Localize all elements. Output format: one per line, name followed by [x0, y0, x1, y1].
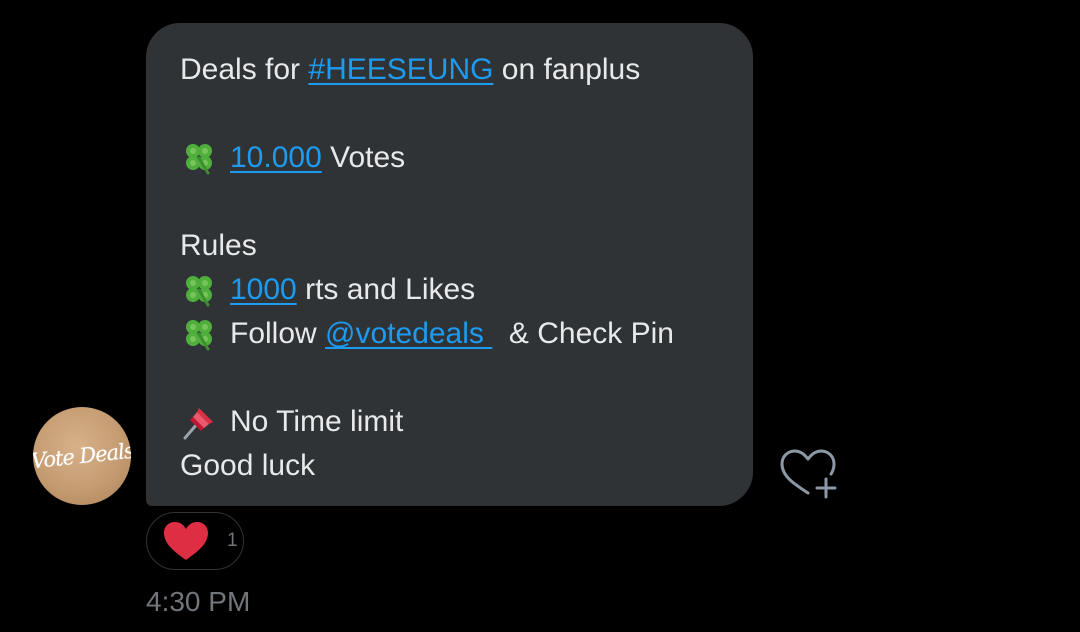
votes-text: Votes	[321, 141, 406, 174]
message-line-votes: 10.000 Votes	[180, 136, 719, 180]
dm-conversation: Vote Deals Deals for #HEESEUNG on fanplu…	[0, 0, 1080, 632]
rt-count-link[interactable]: 1000	[230, 268, 297, 312]
rt-text: rts and Likes	[296, 273, 476, 306]
closing-line: Good luck	[180, 444, 719, 488]
pin-line: No Time limit	[180, 400, 719, 444]
avatar-logo-text: Vote Deals	[33, 438, 131, 474]
title-prefix: Deals for	[180, 53, 309, 86]
title-suffix: on fanplus	[493, 53, 641, 86]
reaction-count: 1	[227, 530, 238, 551]
reaction-pill[interactable]: 1	[146, 512, 244, 570]
four-leaf-clover-icon	[180, 139, 218, 177]
follow-prefix: Follow	[230, 317, 326, 350]
add-reaction-button[interactable]	[778, 447, 844, 503]
rules-heading-text: Rules	[180, 229, 257, 262]
sender-avatar[interactable]: Vote Deals	[33, 407, 131, 505]
follow-suffix: & Check Pin	[492, 317, 674, 350]
votes-count-link[interactable]: 10.000	[230, 136, 322, 180]
closing-text: Good luck	[180, 449, 316, 482]
mention-link[interactable]: @votedeals	[325, 312, 492, 356]
pin-text: No Time limit	[230, 405, 404, 438]
rule-retweets: 1000 rts and Likes	[180, 268, 719, 312]
message-line-title: Deals for #HEESEUNG on fanplus	[180, 48, 719, 92]
rules-heading: Rules	[180, 224, 719, 268]
pushpin-icon	[180, 403, 218, 441]
message-timestamp: 4:30 PM	[146, 586, 251, 617]
heart-plus-icon	[780, 449, 837, 499]
four-leaf-clover-icon	[180, 271, 218, 309]
message-bubble[interactable]: Deals for #HEESEUNG on fanplus 10.000 Vo…	[146, 23, 753, 506]
four-leaf-clover-icon	[180, 315, 218, 353]
rule-follow: Follow @votedeals & Check Pin	[180, 312, 719, 356]
red-heart-icon	[164, 522, 208, 560]
hashtag-link[interactable]: #HEESEUNG	[308, 48, 493, 92]
